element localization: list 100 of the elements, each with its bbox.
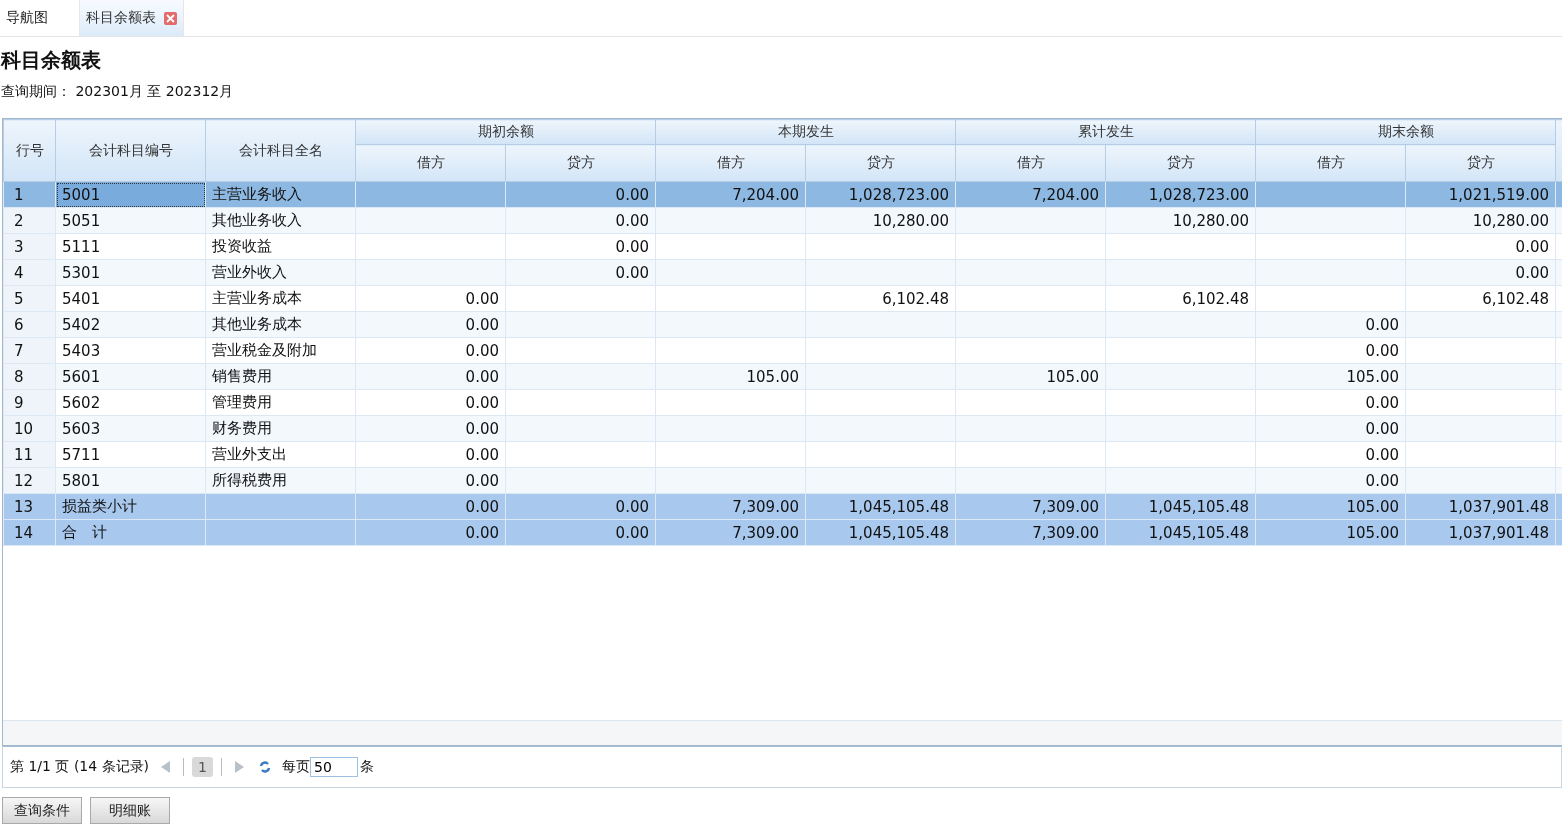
table-cell: 5051 <box>55 207 206 234</box>
query-period: 查询期间： 202301月 至 202312月 <box>1 82 235 101</box>
table-cell: 1,028,723.00 <box>1105 181 1256 208</box>
action-button[interactable]: 明细账 <box>90 797 170 824</box>
table-cell: 7,204.00 <box>655 181 806 208</box>
table-cell: 1,028,723.00 <box>805 181 956 208</box>
table-cell: 主营业务收入 <box>205 181 356 208</box>
row-number: 7 <box>3 337 56 364</box>
table-cell: 6,102.48 <box>805 285 956 312</box>
table-cell: 0.00 <box>355 493 506 520</box>
table-cell: 合 计 <box>55 519 206 546</box>
table-cell: 10,280.00 <box>1105 207 1256 234</box>
table-cell: 0.00 <box>355 363 506 390</box>
table-cell: 0.00 <box>1255 311 1406 338</box>
table-cell: 损益类小计 <box>55 493 206 520</box>
column-header: 借方 <box>655 144 806 182</box>
table-cell: 0.00 <box>505 207 656 234</box>
table-cell: 1,045,105.48 <box>805 493 956 520</box>
table-cell: 0.00 <box>355 311 506 338</box>
column-group-header: 累计发生 <box>955 119 1256 145</box>
table-cell: 0.00 <box>1255 467 1406 494</box>
table-cell: 0.00 <box>355 415 506 442</box>
table-cell: 105.00 <box>1255 519 1406 546</box>
column-header: 借方 <box>355 144 506 182</box>
row-number: 3 <box>3 233 56 260</box>
table-cell: 6,102.48 <box>1405 285 1556 312</box>
table-cell: 1,037,901.48 <box>1405 493 1556 520</box>
table-cell: 所得税费用 <box>205 467 356 494</box>
table-cell: 营业外支出 <box>205 441 356 468</box>
table-cell: 0.00 <box>355 337 506 364</box>
table-cell: 6,102.48 <box>1105 285 1256 312</box>
column-group-header: 期初余额 <box>355 119 656 145</box>
table-cell: 0.00 <box>1255 389 1406 416</box>
table-cell: 0.00 <box>1405 233 1556 260</box>
row-number: 10 <box>3 415 56 442</box>
action-button[interactable]: 查询条件 <box>2 797 82 824</box>
table-cell: 105.00 <box>1255 363 1406 390</box>
table-cell: 0.00 <box>355 285 506 312</box>
table-cell: 5403 <box>55 337 206 364</box>
close-icon[interactable] <box>164 11 177 25</box>
row-number: 12 <box>3 467 56 494</box>
table-cell: 105.00 <box>655 363 806 390</box>
row-number: 13 <box>3 493 56 520</box>
page-info: 第 1/1 页 (14 条记录) <box>10 758 150 776</box>
column-header: 贷方 <box>805 144 956 182</box>
column-header: 贷方 <box>1105 144 1256 182</box>
table-cell: 5301 <box>55 259 206 286</box>
table-cell: 7,204.00 <box>955 181 1106 208</box>
table-cell: 5601 <box>55 363 206 390</box>
table-cell: 1,037,901.48 <box>1405 519 1556 546</box>
table-cell: 0.00 <box>505 181 656 208</box>
column-header: 借方 <box>955 144 1106 182</box>
table-cell: 0.00 <box>1255 441 1406 468</box>
table-cell: 5801 <box>55 467 206 494</box>
row-number: 2 <box>3 207 56 234</box>
table-cell: 5603 <box>55 415 206 442</box>
per-page-label: 每页 <box>282 758 310 776</box>
table-cell: 投资收益 <box>205 233 356 260</box>
table-cell: 0.00 <box>1255 415 1406 442</box>
column-header: 行号 <box>3 119 56 182</box>
table-cell: 销售费用 <box>205 363 356 390</box>
table-cell: 1,045,105.48 <box>805 519 956 546</box>
table-cell: 105.00 <box>955 363 1106 390</box>
table-cell: 7,309.00 <box>655 493 806 520</box>
per-page-unit: 条 <box>360 758 374 776</box>
table-cell: 7,309.00 <box>955 493 1106 520</box>
table-cell: 10,280.00 <box>1405 207 1556 234</box>
per-page-input[interactable]: 50 <box>310 757 358 777</box>
row-number: 5 <box>3 285 56 312</box>
table-cell: 5402 <box>55 311 206 338</box>
table-cell: 0.00 <box>505 259 656 286</box>
table-cell: 10,280.00 <box>805 207 956 234</box>
page-number[interactable]: 1 <box>192 757 213 777</box>
row-number: 9 <box>3 389 56 416</box>
row-number: 1 <box>3 181 56 208</box>
table-cell: 主营业务成本 <box>205 285 356 312</box>
table-cell: 0.00 <box>355 467 506 494</box>
table-cell: 0.00 <box>355 519 506 546</box>
column-header: 会计科目编号 <box>55 119 206 182</box>
column-header: 贷方 <box>505 144 656 182</box>
tab[interactable]: 科目余额表 <box>80 0 184 36</box>
row-number: 8 <box>3 363 56 390</box>
table-cell: 管理费用 <box>205 389 356 416</box>
row-number: 6 <box>3 311 56 338</box>
table-cell: 5602 <box>55 389 206 416</box>
table-cell: 1,021,519.00 <box>1405 181 1556 208</box>
table-cell: 1,045,105.48 <box>1105 493 1256 520</box>
row-number: 14 <box>3 519 56 546</box>
row-number: 4 <box>3 259 56 286</box>
column-header: 贷方 <box>1405 144 1556 182</box>
table-cell: 0.00 <box>505 519 656 546</box>
table-cell: 7,309.00 <box>955 519 1106 546</box>
table-cell: 0.00 <box>505 233 656 260</box>
column-group-header: 期末余额 <box>1255 119 1556 145</box>
table-cell: 其他业务成本 <box>205 311 356 338</box>
table-cell: 其他业务收入 <box>205 207 356 234</box>
table-cell: 7,309.00 <box>655 519 806 546</box>
column-header: 会计科目全名 <box>205 119 356 182</box>
table-cell: 营业外收入 <box>205 259 356 286</box>
table-cell: 5711 <box>55 441 206 468</box>
